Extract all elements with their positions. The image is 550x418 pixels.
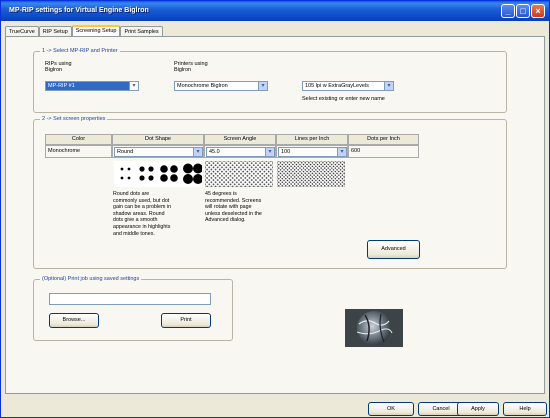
cell-dot-shape: Round ▾ xyxy=(112,145,204,158)
column-header-color: Color xyxy=(45,134,112,145)
browse-button[interactable]: Browse... xyxy=(49,313,99,328)
title-bar[interactable]: MP-RIP settings for Virtual Engine Biglr… xyxy=(1,1,549,21)
chevron-down-icon[interactable]: ▾ xyxy=(129,82,138,90)
screen-angle-description: 45 degrees is recommended. Screens will … xyxy=(205,191,262,224)
window-title: MP-RIP settings for Virtual Engine Biglr… xyxy=(9,7,149,14)
printer-select-value: Monochrome Biglron xyxy=(177,83,228,89)
section3-legend: (Optional) Print job using saved setting… xyxy=(40,276,142,282)
printer-select[interactable]: Monochrome Biglron ▾ xyxy=(174,81,268,91)
print-button[interactable]: Print xyxy=(161,313,211,328)
column-header-dot-shape: Dot Shape xyxy=(112,134,204,145)
advanced-button[interactable]: Advanced xyxy=(367,240,420,259)
rip-select[interactable]: MP-RIP #1 ▾ xyxy=(45,81,139,91)
printers-label-line2: Biglron xyxy=(174,67,192,73)
cell-screen-angle: 45.0 ▾ xyxy=(204,145,276,158)
print-job-group: (Optional) Print job using saved setting… xyxy=(33,276,233,341)
help-button[interactable]: Help xyxy=(503,402,547,416)
chevron-down-icon[interactable]: ▾ xyxy=(384,82,393,90)
screen-angle-select[interactable]: 45.0 ▾ xyxy=(206,147,275,157)
maximize-button[interactable]: □ xyxy=(516,4,530,18)
dot-shape-preview xyxy=(114,161,203,187)
cell-color: Monochrome xyxy=(45,145,112,158)
screen-angle-value: 45.0 xyxy=(209,149,220,155)
close-button[interactable]: × xyxy=(531,4,545,18)
chevron-down-icon[interactable]: ▾ xyxy=(337,148,346,156)
chevron-down-icon[interactable]: ▾ xyxy=(193,148,202,156)
section1-legend: 1 -> Select MP-RIP and Printer xyxy=(40,48,120,54)
settings-window: MP-RIP settings for Virtual Engine Biglr… xyxy=(0,0,550,418)
cell-dots-per-inch: 600 xyxy=(348,145,419,158)
globe-logo-image xyxy=(345,309,403,347)
print-file-input[interactable] xyxy=(49,293,211,305)
dot-shape-description: Round dots are commonly used, but dot ga… xyxy=(113,191,172,237)
minimize-button[interactable]: _ xyxy=(501,4,515,18)
print-button-label: Print xyxy=(180,317,192,323)
column-header-dots-per-inch: Dots per Inch xyxy=(348,134,419,145)
lines-per-inch-value: 100 xyxy=(281,149,291,155)
dot-shape-select[interactable]: Round ▾ xyxy=(114,147,203,157)
dot-shape-value: Round xyxy=(117,149,134,155)
chevron-down-icon[interactable]: ▾ xyxy=(258,82,267,90)
apply-button[interactable]: Apply xyxy=(457,402,499,416)
chevron-down-icon[interactable]: ▾ xyxy=(265,148,274,156)
cell-lines-per-inch: 100 ▾ xyxy=(276,145,348,158)
ok-button[interactable]: OK xyxy=(368,402,414,416)
preset-select[interactable]: 105 lpi w ExtraGrayLevels ▾ xyxy=(302,81,394,91)
lines-per-inch-select[interactable]: 100 ▾ xyxy=(278,147,347,157)
column-header-screen-angle: Screen Angle xyxy=(204,134,276,145)
section2-legend: 2 -> Set screen properties xyxy=(40,116,108,122)
preset-select-value: 105 lpi w ExtraGrayLevels xyxy=(305,83,369,89)
lines-per-inch-preview xyxy=(276,160,346,188)
rips-label-line2: Biglron xyxy=(45,67,63,73)
preset-hint: Select existing or enter new name xyxy=(302,96,385,102)
browse-button-label: Browse... xyxy=(62,317,86,323)
rip-select-value: MP-RIP #1 xyxy=(48,83,75,89)
screen-angle-preview xyxy=(204,160,274,188)
column-header-lines-per-inch: Lines per Inch xyxy=(276,134,348,145)
